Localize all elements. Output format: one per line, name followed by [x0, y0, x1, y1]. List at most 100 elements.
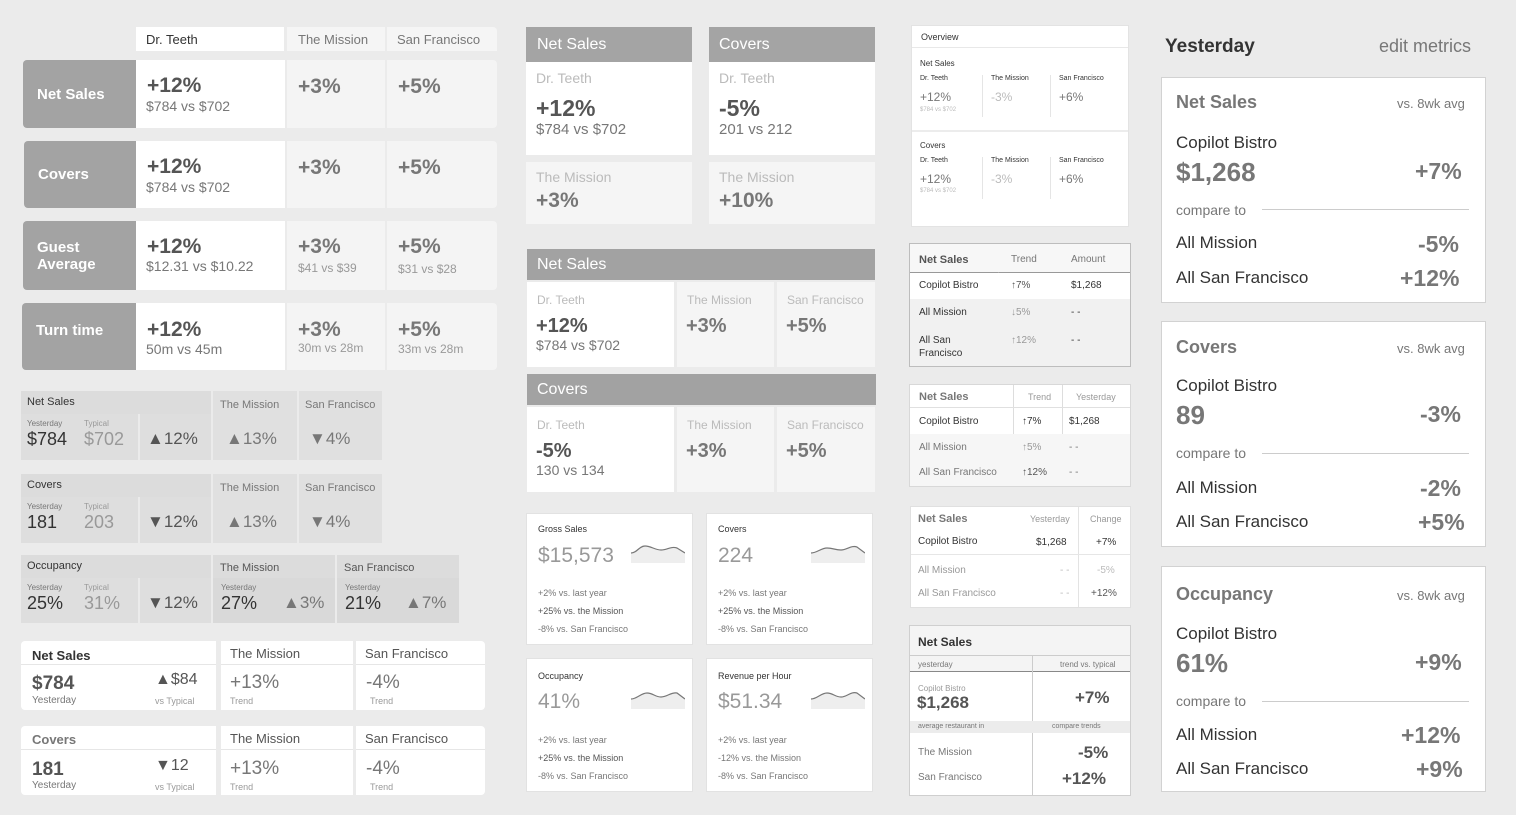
card-value: -4%	[366, 672, 400, 693]
card-title: San Francisco	[365, 731, 449, 746]
compact-block-sf: San Francisco ▼4%	[299, 474, 382, 543]
card-title: Covers	[32, 732, 77, 747]
row-label-turn-time: Turn time	[22, 303, 136, 370]
section-cell-primary: Dr. Teeth -5% 130 vs 134	[527, 407, 674, 492]
cell-big: +5%	[786, 440, 827, 462]
tile-secondary: The Mission +10%	[709, 162, 875, 224]
metric-change: +7%	[1415, 158, 1462, 184]
bottom-card-net-sales: Net Sales $784 Yesterday ▲$84 vs Typical	[21, 641, 216, 710]
page-title: Yesterday	[1165, 36, 1255, 57]
table-cell: ↓5%	[1011, 307, 1031, 318]
compare-row-name: All Mission	[1176, 725, 1258, 744]
col1-header-sf: San Francisco	[387, 27, 497, 51]
change-value: ▼4%	[309, 429, 351, 448]
big-value: +3%	[298, 318, 341, 341]
table-cell: - -	[1060, 565, 1070, 576]
compact-block-sf: San Francisco Yesterday 21% ▲7%	[337, 555, 459, 623]
table-cell: ↑5%	[1022, 442, 1042, 453]
row-label-net-sales: Net Sales	[23, 60, 136, 128]
compare-label: compare to	[1176, 445, 1247, 461]
overview-col-header: The Mission	[991, 157, 1029, 164]
header-label: San Francisco	[397, 32, 481, 47]
spark-line: -8% vs. San Francisco	[538, 624, 629, 634]
metric-value: $1,268	[1176, 157, 1256, 187]
tile-title: Net Sales	[537, 36, 607, 53]
cell-big: +5%	[786, 315, 827, 337]
edit-metrics-link[interactable]: edit metrics	[1379, 36, 1471, 57]
compare-row-name: All San Francisco	[1176, 759, 1309, 778]
spark-line: +2% vs. last year	[718, 588, 787, 598]
tile-big: +12%	[536, 95, 596, 121]
table-cell: ↑7%	[1022, 416, 1042, 427]
big-value: +12%	[147, 155, 202, 178]
compact-block-net-sales: Net Sales Yesterday $784 Typical $702 ▲1…	[21, 391, 211, 460]
table-cell: All San Francisco	[919, 467, 997, 478]
change-value: ▲7%	[405, 593, 447, 612]
table-cell: $1,268	[1071, 280, 1102, 291]
compact-block-mission: The Mission ▲13%	[213, 391, 297, 460]
yesterday-value: 27%	[221, 593, 258, 613]
table-value: $1,268	[917, 693, 969, 712]
table-cell: ↑7%	[1011, 280, 1031, 291]
change-value: ▲13%	[226, 512, 277, 531]
yesterday-value: $784	[27, 429, 68, 449]
compact-block-mission: The Mission Yesterday 27% ▲3%	[213, 555, 335, 623]
tile-secondary: The Mission +3%	[526, 162, 692, 224]
table-cell: All San Francisco	[918, 588, 996, 599]
compare-row-value: -5%	[1418, 231, 1459, 257]
compare-label: compare to	[1176, 693, 1247, 709]
yesterday-value: 21%	[345, 593, 382, 613]
header-label: Dr. Teeth	[146, 32, 198, 47]
card-change: ▼12	[155, 757, 189, 774]
trend-table-4: Net Sales yesterday trend vs. typical Co…	[909, 625, 1131, 796]
metric-value: 61%	[1176, 648, 1229, 678]
card-change-label: vs Typical	[155, 782, 195, 792]
sub-value: $31 vs $28	[398, 262, 457, 276]
spark-value: 41%	[538, 690, 581, 713]
metric-value: 89	[1176, 400, 1205, 430]
cell-sub: 130 vs 134	[536, 462, 605, 478]
spark-value: $51.34	[718, 690, 783, 713]
sparkline-icon	[811, 692, 865, 709]
bottom-card-covers: Covers 181 Yesterday ▼12 vs Typical	[21, 726, 216, 795]
spark-title: Occupancy	[538, 671, 584, 681]
compare-row-name: All Mission	[1176, 478, 1258, 497]
typical-value: 31%	[84, 593, 121, 613]
card-value: +13%	[230, 672, 280, 693]
restaurant-name: Copilot Bistro	[1176, 624, 1278, 643]
table-cell: $1,268	[1036, 537, 1067, 548]
spark-card-revenue-per-hour: Revenue per Hour $51.34 +2% vs. last yea…	[706, 658, 873, 792]
overview-panel: Overview Net Sales Dr. Teeth The Mission…	[911, 25, 1129, 227]
overview-title: Overview	[921, 32, 959, 42]
dashboard-wireframe-sheet: Dr. Teeth The Mission San Francisco Net …	[0, 0, 1516, 815]
spark-card-gross-sales: Gross Sales $15,573 +2% vs. last year +2…	[526, 513, 693, 645]
spark-card-occupancy: Occupancy 41% +2% vs. last year +25% vs.…	[526, 658, 693, 792]
yesterday-value: 25%	[27, 593, 64, 613]
table-change: -5%	[1078, 743, 1109, 762]
overview-value: +12%	[920, 172, 952, 186]
overview-value: +6%	[1059, 90, 1084, 104]
cell-label: Dr. Teeth	[537, 418, 585, 432]
table-subheader: compare trends	[1052, 723, 1101, 730]
sparkline-icon	[631, 545, 685, 563]
cell-big: +3%	[686, 440, 727, 462]
tile-location: The Mission	[719, 169, 795, 185]
section-cell: San Francisco +5%	[777, 407, 875, 492]
card-title: San Francisco	[365, 646, 449, 661]
cell-label: San Francisco	[787, 418, 864, 432]
overview-sub: $784 vs $702	[920, 107, 957, 113]
table-cell: - -	[1071, 307, 1081, 318]
sub-value: $12.31 vs $10.22	[146, 258, 254, 274]
table-cell: ↑12%	[1011, 335, 1037, 346]
overview-col-header: San Francisco	[1059, 75, 1104, 82]
restaurant-name: Copilot Bistro	[1176, 376, 1278, 395]
card-change-label: vs Typical	[155, 696, 195, 706]
big-value: +3%	[298, 75, 341, 98]
table-cell: All San Francisco	[919, 335, 963, 359]
compare-row-value: +12%	[1401, 722, 1461, 748]
compact-block-occupancy: Occupancy Yesterday 25% Typical 31% ▼12%	[21, 555, 211, 623]
spark-line: -8% vs. San Francisco	[538, 771, 629, 781]
cell-big: -5%	[536, 440, 572, 462]
table-cell: Copilot Bistro	[919, 416, 979, 427]
card-value: $784	[32, 673, 75, 694]
